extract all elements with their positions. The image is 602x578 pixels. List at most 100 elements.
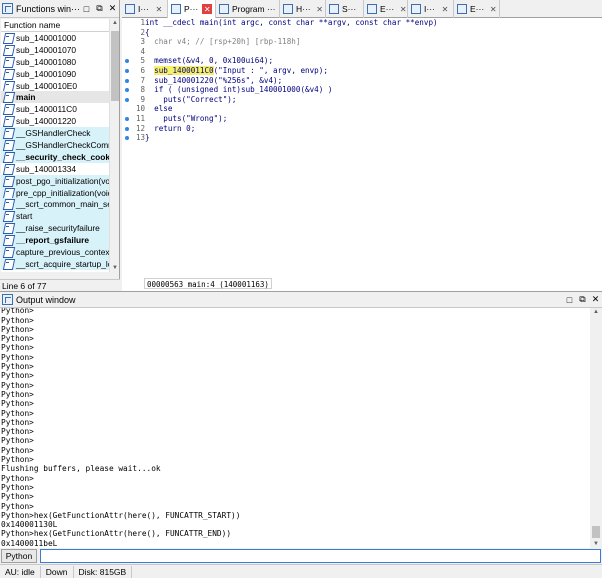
code-line[interactable]: return 0; bbox=[145, 124, 585, 134]
function-name: post_pgo_initialization(voic bbox=[16, 175, 109, 186]
breakpoint-dot-icon[interactable] bbox=[125, 78, 129, 83]
output-window[interactable]: Python> Python> Python> Python> Python> Pytho… bbox=[0, 308, 590, 548]
tab-close-icon[interactable]: ✕ bbox=[154, 4, 164, 14]
function-list-item[interactable]: pre_cpp_initialization(void) bbox=[1, 186, 109, 199]
breakpoint-dot-icon[interactable] bbox=[125, 97, 129, 102]
tab-close-icon[interactable]: ✕ bbox=[398, 4, 407, 14]
output-line: Python> bbox=[1, 380, 34, 390]
function-name-column-header[interactable]: Function name bbox=[1, 19, 109, 32]
view-tab[interactable]: E··· ✕ bbox=[364, 0, 408, 18]
function-list-item[interactable]: sub_140001070 bbox=[1, 44, 109, 56]
highlighted-identifier[interactable]: sub_1400011C0 bbox=[154, 65, 214, 75]
function-list-item[interactable]: __GSHandlerCheckCommo bbox=[1, 139, 109, 151]
code-line[interactable]: if ( (unsigned int)sub_140001000(&v4) ) bbox=[145, 85, 585, 95]
tab-icon bbox=[457, 4, 467, 14]
line-number: 2 bbox=[140, 27, 145, 37]
function-icon bbox=[3, 140, 14, 150]
function-list-scrollbar[interactable]: ▲ ▼ bbox=[109, 19, 119, 272]
view-tab[interactable]: S···✕ bbox=[326, 0, 364, 18]
tab-close-icon[interactable]: ✕ bbox=[202, 4, 213, 14]
code-line[interactable]: else bbox=[145, 104, 585, 114]
scrollbar-thumb[interactable] bbox=[592, 526, 600, 538]
restore-icon[interactable]: ⧉ bbox=[576, 293, 589, 306]
code-line[interactable]: memset(&v4, 0, 0x100ui64); bbox=[145, 56, 585, 66]
output-line: Python>hex(GetFunctionAttr(here(), FUNCA… bbox=[1, 510, 241, 520]
close-icon[interactable]: ✕ bbox=[106, 2, 119, 15]
output-line: 0x140001130L bbox=[1, 520, 58, 530]
output-line: Python> bbox=[1, 427, 34, 437]
output-line: Python> bbox=[1, 436, 34, 446]
tab-close-icon[interactable]: ✕ bbox=[440, 4, 450, 14]
function-list-item[interactable]: sub_140001220 bbox=[1, 115, 109, 127]
scroll-up-icon[interactable]: ▲ bbox=[592, 309, 600, 315]
output-line: Python> bbox=[1, 371, 34, 381]
scroll-up-icon[interactable]: ▲ bbox=[111, 20, 119, 26]
scroll-down-icon[interactable]: ▼ bbox=[592, 541, 600, 547]
breakpoint-dot-icon[interactable] bbox=[125, 126, 129, 131]
function-list-item[interactable]: sub_1400011C0 bbox=[1, 103, 109, 115]
function-list[interactable]: sub_140001000 sub_140001070 sub_140001080 s… bbox=[1, 32, 109, 272]
function-icon bbox=[3, 199, 14, 209]
view-tab[interactable]: I··· ✕ bbox=[408, 0, 454, 18]
pseudocode-view[interactable]: 1 2 3 4 5 6 7 8 9 10 11 12 13 int __cdecl main(int a… bbox=[122, 18, 602, 291]
function-list-item[interactable]: __scrt_common_main_seh( bbox=[1, 198, 109, 211]
code-line[interactable]: sub_1400011C0("Input : ", argv, envp); bbox=[145, 65, 585, 76]
output-line: Python> bbox=[1, 315, 34, 325]
function-list-item[interactable]: __scrt_acquire_startup_lock bbox=[1, 257, 109, 270]
line-number: 8 bbox=[140, 85, 145, 95]
code-line[interactable]: puts("Correct"); bbox=[145, 95, 585, 105]
function-list-item[interactable]: sub_140001000 bbox=[1, 32, 109, 44]
functions-window-icon bbox=[2, 3, 13, 14]
view-tab[interactable]: H··· ✕ bbox=[280, 0, 326, 18]
function-list-item[interactable]: capture_previous_context bbox=[1, 246, 109, 258]
scrollbar-thumb[interactable] bbox=[111, 31, 119, 101]
breakpoint-dot-icon[interactable] bbox=[125, 88, 129, 93]
close-icon[interactable]: ✕ bbox=[589, 293, 602, 306]
breakpoint-dot-icon[interactable] bbox=[125, 59, 129, 64]
function-list-item[interactable]: main bbox=[1, 91, 109, 104]
restore-icon[interactable]: ⧉ bbox=[93, 2, 106, 15]
view-tab[interactable]: Program ···✕ bbox=[216, 0, 280, 18]
function-list-item[interactable]: sub_1400010E0 bbox=[1, 80, 109, 92]
function-list-item[interactable]: __report_gsfailure bbox=[1, 234, 109, 247]
code-line[interactable] bbox=[145, 47, 585, 57]
function-icon bbox=[3, 116, 14, 126]
code-line[interactable]: sub_140001220("%256s", &v4); bbox=[145, 76, 585, 86]
tab-icon bbox=[411, 4, 421, 14]
view-tab[interactable]: I··· ✕ bbox=[122, 0, 168, 18]
cli-language-button[interactable]: Python bbox=[1, 549, 37, 563]
output-line: Python> bbox=[1, 389, 34, 399]
function-name: __scrt_common_main_seh( bbox=[16, 199, 109, 210]
function-icon bbox=[3, 247, 14, 257]
breakpoint-dot-icon[interactable] bbox=[125, 68, 129, 73]
pseudocode-lines[interactable]: int __cdecl main(int argc, const char **… bbox=[145, 18, 585, 143]
code-line[interactable]: { bbox=[145, 28, 585, 38]
function-list-item[interactable]: post_pgo_initialization(voic bbox=[1, 174, 109, 187]
function-list-item[interactable]: sub_140001080 bbox=[1, 56, 109, 68]
code-line[interactable]: puts("Wrong"); bbox=[145, 114, 585, 124]
function-list-item[interactable]: sub_140001334 bbox=[1, 163, 109, 175]
function-list-item[interactable]: start bbox=[1, 210, 109, 223]
maximize-icon[interactable]: □ bbox=[80, 2, 93, 15]
function-list-item[interactable]: __raise_securityfailure bbox=[1, 222, 109, 235]
function-list-item[interactable]: __security_check_cookie bbox=[1, 150, 109, 163]
code-line[interactable]: int __cdecl main(int argc, const char **… bbox=[145, 18, 585, 28]
code-line[interactable]: char v4; // [rsp+20h] [rbp-118h] bbox=[145, 37, 585, 47]
scroll-down-icon[interactable]: ▼ bbox=[111, 265, 119, 271]
function-icon bbox=[3, 152, 14, 162]
cli-input[interactable] bbox=[40, 549, 601, 563]
function-name: start bbox=[16, 211, 33, 222]
tab-label: I··· bbox=[424, 4, 435, 14]
tab-close-icon[interactable]: ✕ bbox=[315, 4, 325, 14]
breakpoint-dot-icon[interactable] bbox=[125, 116, 129, 121]
output-scrollbar[interactable]: ▲ ▼ bbox=[590, 308, 602, 548]
maximize-icon[interactable]: □ bbox=[563, 293, 576, 306]
view-tab[interactable]: P··· ✕ bbox=[168, 0, 216, 18]
line-numbers: 1 2 3 4 5 6 7 8 9 10 11 12 13 bbox=[133, 18, 145, 143]
view-tab[interactable]: E··· ✕ bbox=[454, 0, 500, 18]
code-line[interactable]: } bbox=[145, 133, 585, 143]
breakpoint-dot-icon[interactable] bbox=[125, 136, 129, 141]
tab-close-icon[interactable]: ✕ bbox=[488, 4, 498, 14]
function-list-item[interactable]: sub_140001090 bbox=[1, 68, 109, 80]
function-list-item[interactable]: __GSHandlerCheck bbox=[1, 127, 109, 140]
